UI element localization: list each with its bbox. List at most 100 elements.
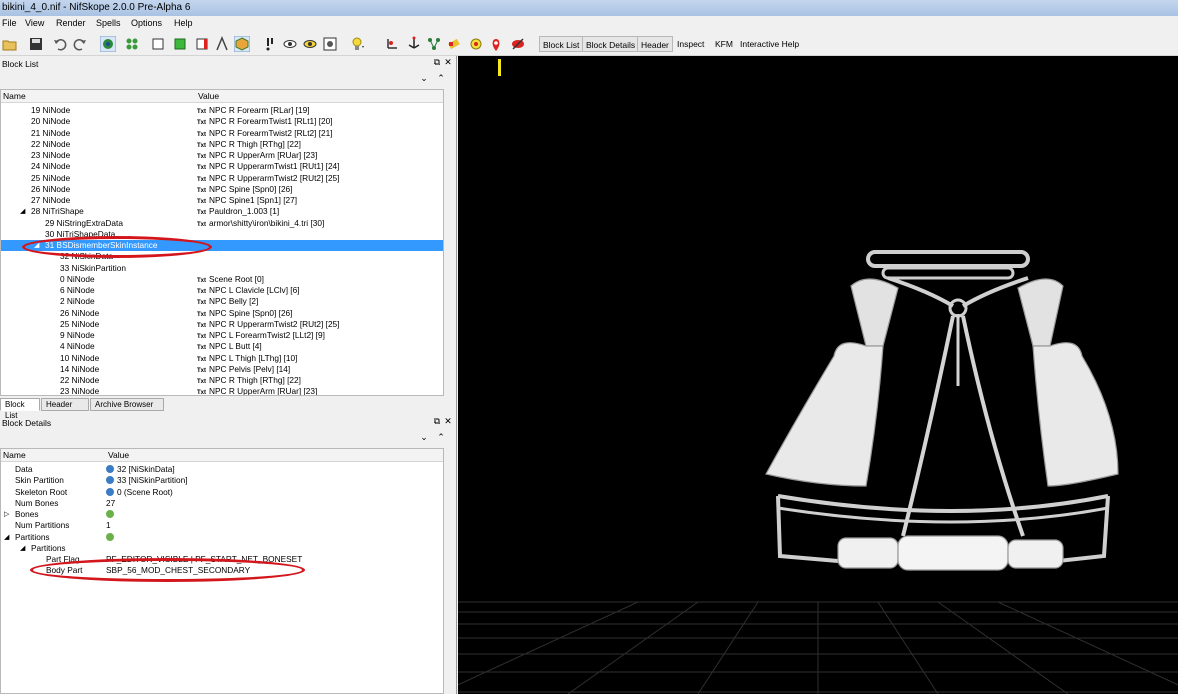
block-list-row[interactable]: 22 NiNode Txt NPC R Thigh [RThg] [22] xyxy=(1,375,443,386)
node-icon[interactable] xyxy=(124,36,140,52)
block-list-row[interactable]: 27 NiNode Txt NPC Spine1 [Spn1] [27] xyxy=(1,195,443,206)
block-list-row[interactable]: 9 NiNode Txt NPC L ForearmTwist2 [LLt2] [9… xyxy=(1,330,443,341)
block-list-row[interactable]: 24 NiNode Txt NPC R UpperarmTwist1 [RUt1] … xyxy=(1,161,443,172)
select-icon[interactable] xyxy=(100,36,116,52)
detail-row[interactable]: ◢ Partitions xyxy=(1,532,443,543)
detail-row[interactable]: Num Bones 27 xyxy=(1,498,443,509)
block-list-row[interactable]: 22 NiNode Txt NPC R Thigh [RThg] [22] xyxy=(1,139,443,150)
block-list-row[interactable]: 14 NiNode Txt NPC Pelvis [Pelv] [14] xyxy=(1,364,443,375)
visibility-icon[interactable] xyxy=(302,36,318,52)
close-icon[interactable]: ✕ xyxy=(443,57,453,68)
menu-options[interactable]: Options xyxy=(131,18,162,28)
screenshot-icon[interactable] xyxy=(322,36,338,52)
axes-icon[interactable] xyxy=(384,36,400,52)
column-value[interactable]: Value xyxy=(198,91,219,101)
block-list-row[interactable]: 0 NiNode Txt Scene Root [0] xyxy=(1,274,443,285)
detail-value: 32 [NiSkinData] xyxy=(106,464,175,475)
tab-block-list[interactable]: Block List xyxy=(0,398,40,420)
txt-tag: Txt xyxy=(197,221,206,228)
detail-row[interactable]: Skeleton Root 0 (Scene Root) xyxy=(1,487,443,498)
menu-help[interactable]: Help xyxy=(174,18,193,28)
open-icon[interactable] xyxy=(2,36,18,52)
bones-icon[interactable] xyxy=(406,36,422,52)
menu-render[interactable]: Render xyxy=(56,18,86,28)
constraint-icon[interactable] xyxy=(468,36,484,52)
block-list-row[interactable]: 26 NiNode Txt NPC Spine [Spn0] [26] xyxy=(1,184,443,195)
render-view-scene[interactable] xyxy=(458,56,1178,694)
detail-value-text: 32 [NiSkinData] xyxy=(117,464,175,474)
toolbar-inspect-button[interactable]: Inspect xyxy=(674,36,707,52)
expand-arrow-icon[interactable]: ◢ xyxy=(4,532,9,543)
block-list-row[interactable]: ◢ 28 NiTriShape Txt Pauldron_1.003 [1] xyxy=(1,206,443,217)
block-list-row[interactable]: 25 NiNode Txt NPC R UpperarmTwist2 [RUt2] … xyxy=(1,319,443,330)
expand-all-icon[interactable]: ⌃ xyxy=(436,73,446,84)
expand-arrow-icon[interactable]: ◢ xyxy=(20,206,25,217)
block-value-text: Pauldron_1.003 [1] xyxy=(209,206,280,217)
close-icon[interactable]: ✕ xyxy=(443,416,453,427)
redo-icon[interactable] xyxy=(72,36,88,52)
detail-row[interactable]: Data 32 [NiSkinData] xyxy=(1,464,443,475)
block-list-row[interactable]: 23 NiNode Txt NPC R UpperArm [RUar] [23] xyxy=(1,150,443,161)
block-list-row[interactable]: 6 NiNode Txt NPC L Clavicle [LClv] [6] xyxy=(1,285,443,296)
toolbar-header-button[interactable]: Header xyxy=(637,36,673,52)
marker-icon[interactable] xyxy=(488,36,504,52)
block-list-row[interactable]: 21 NiNode Txt NPC R ForearmTwist2 [RLt2] [… xyxy=(1,128,443,139)
menu-file[interactable]: File xyxy=(2,18,17,28)
txt-tag: Txt xyxy=(197,367,206,374)
render-viewport[interactable] xyxy=(458,56,1178,694)
toolbar-block-list-button[interactable]: Block List xyxy=(539,36,584,52)
block-list-row[interactable]: 33 NiSkinPartition xyxy=(1,263,443,274)
txt-tag: Txt xyxy=(197,131,206,138)
block-name: 23 NiNode xyxy=(60,386,100,396)
expand-arrow-icon[interactable]: ▷ xyxy=(4,509,9,520)
detail-value: 33 [NiSkinPartition] xyxy=(106,475,188,486)
column-name[interactable]: Name xyxy=(3,91,26,101)
collapse-all-icon[interactable]: ⌄ xyxy=(419,73,429,84)
eye-icon[interactable] xyxy=(282,36,298,52)
detail-row[interactable]: Skin Partition 33 [NiSkinPartition] xyxy=(1,475,443,486)
view-walk-icon[interactable] xyxy=(234,36,250,52)
float-icon[interactable]: ⧉ xyxy=(432,57,442,68)
lightbulb-icon[interactable] xyxy=(350,36,366,52)
toolbar-kfm-button[interactable]: KFM xyxy=(712,36,736,52)
block-list-row[interactable]: 26 NiNode Txt NPC Spine [Spn0] [26] xyxy=(1,308,443,319)
block-list-row[interactable]: 4 NiNode Txt NPC L Butt [4] xyxy=(1,341,443,352)
view-user-icon[interactable] xyxy=(214,36,230,52)
view-top-icon[interactable] xyxy=(172,36,188,52)
detail-row[interactable]: ▷ Bones xyxy=(1,509,443,520)
block-list-row[interactable]: 20 NiNode Txt NPC R ForearmTwist1 [RLt1] [… xyxy=(1,116,443,127)
block-list-row[interactable]: 25 NiNode Txt NPC R UpperarmTwist2 [RUt2] … xyxy=(1,173,443,184)
view-side-icon[interactable] xyxy=(194,36,210,52)
nodes-icon[interactable] xyxy=(426,36,442,52)
block-list-row[interactable]: 10 NiNode Txt NPC L Thigh [LThg] [10] xyxy=(1,352,443,364)
float-icon[interactable]: ⧉ xyxy=(432,416,442,427)
toolbar-interactive-help-button[interactable]: Interactive Help xyxy=(737,36,802,52)
texture-icon[interactable] xyxy=(262,36,278,52)
view-front-icon[interactable] xyxy=(150,36,166,52)
detail-row[interactable]: ◢ Partitions xyxy=(1,543,443,554)
save-icon[interactable] xyxy=(28,36,44,52)
expand-arrow-icon[interactable]: ◢ xyxy=(20,543,25,554)
block-details-title: Block Details xyxy=(2,418,52,428)
undo-icon[interactable] xyxy=(52,36,68,52)
collapse-all-icon[interactable]: ⌄ xyxy=(419,432,429,443)
hidden-icon[interactable] xyxy=(510,36,526,52)
menu-bar: File View Render Spells Options Help xyxy=(0,16,1178,31)
block-list-row[interactable]: 29 NiStringExtraData Txt armor\shitty\iron… xyxy=(1,218,443,229)
menu-spells[interactable]: Spells xyxy=(96,18,121,28)
detail-row[interactable]: Num Partitions 1 xyxy=(1,520,443,531)
toolbar-block-details-button[interactable]: Block Details xyxy=(582,36,640,52)
column-value[interactable]: Value xyxy=(108,450,129,460)
tab-archive-browser[interactable]: Archive Browser xyxy=(90,398,164,411)
block-list-row[interactable]: 2 NiNode Txt NPC Belly [2] xyxy=(1,296,443,307)
collision-icon[interactable] xyxy=(446,36,462,52)
txt-tag: Txt xyxy=(197,300,206,307)
block-list-header: Name Value xyxy=(1,90,443,103)
block-list-row[interactable]: 19 NiNode Txt NPC R Forearm [RLar] [19] xyxy=(1,105,443,116)
block-value-text: NPC L Thigh [LThg] [10] xyxy=(209,352,298,363)
block-list-row[interactable]: 23 NiNode Txt NPC R UpperArm [RUar] [23] xyxy=(1,386,443,396)
expand-all-icon[interactable]: ⌃ xyxy=(436,432,446,443)
menu-view[interactable]: View xyxy=(25,18,44,28)
tab-header[interactable]: Header xyxy=(41,398,89,411)
column-name[interactable]: Name xyxy=(3,450,26,460)
